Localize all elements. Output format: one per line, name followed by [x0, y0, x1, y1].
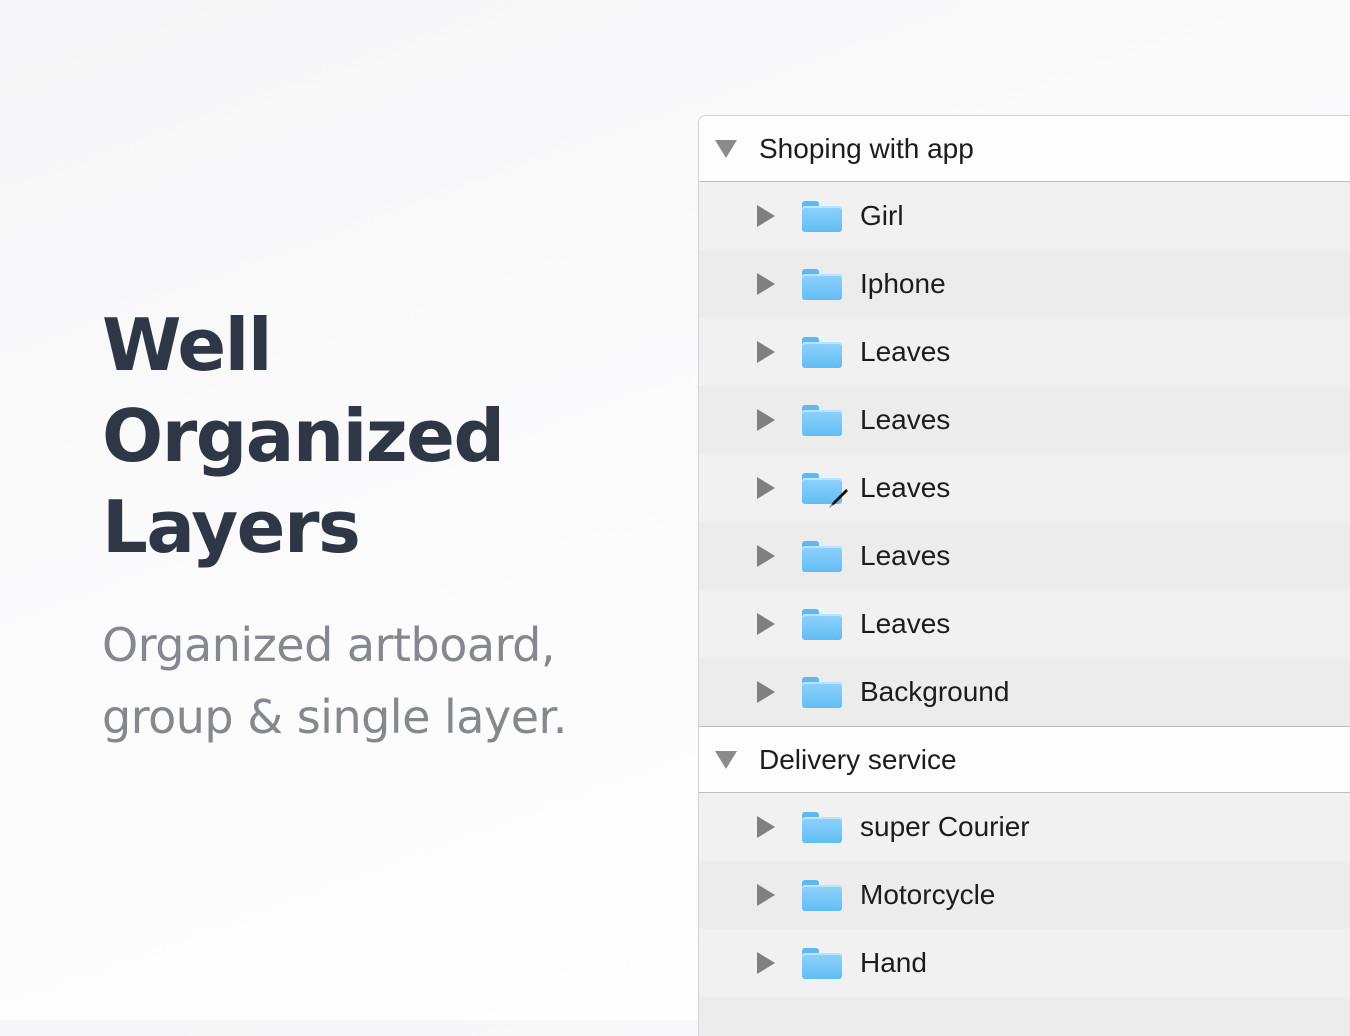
- page-title-line-2: Layers: [102, 485, 361, 569]
- folder-icon: [802, 947, 842, 979]
- layer-row[interactable]: Motorcycle: [699, 861, 1350, 929]
- layer-label: Girl: [860, 200, 904, 231]
- disclosure-collapsed-icon[interactable]: [757, 816, 775, 838]
- layer-row[interactable]: Girl: [699, 182, 1350, 250]
- disclosure-collapsed-icon[interactable]: [757, 613, 775, 635]
- layer-row[interactable]: Background: [699, 658, 1350, 726]
- folder-icon: [802, 540, 842, 572]
- folder-icon: [802, 608, 842, 640]
- disclosure-collapsed-icon[interactable]: [757, 341, 775, 363]
- layer-group-children: super Courier Motorcycle Hand: [699, 793, 1350, 1036]
- disclosure-collapsed-icon[interactable]: [757, 952, 775, 974]
- layer-row[interactable]: super Courier: [699, 793, 1350, 861]
- layer-row[interactable]: Leaves: [699, 454, 1350, 522]
- layer-row-partial[interactable]: [699, 997, 1350, 1036]
- folder-icon: [802, 879, 842, 911]
- layer-group-label: Shoping with app: [759, 132, 974, 164]
- layer-group-children: Girl Iphone Leaves Leaves Leaves Leaves …: [699, 182, 1350, 727]
- disclosure-collapsed-icon[interactable]: [757, 545, 775, 567]
- page-subtitle-line-2: group & single layer.: [102, 690, 567, 744]
- hero-section: Well Organized Layers Organized artboard…: [102, 300, 682, 753]
- layer-label: Leaves: [860, 472, 951, 503]
- layer-row[interactable]: Leaves: [699, 318, 1350, 386]
- folder-icon: [802, 336, 842, 368]
- layer-label: Leaves: [860, 336, 951, 367]
- layer-row[interactable]: Leaves: [699, 590, 1350, 658]
- layer-row[interactable]: Leaves: [699, 386, 1350, 454]
- disclosure-expanded-icon[interactable]: [715, 139, 737, 158]
- layer-label: Iphone: [860, 268, 946, 299]
- disclosure-collapsed-icon[interactable]: [757, 205, 775, 227]
- folder-icon: [802, 811, 842, 843]
- layer-group-delivery-service[interactable]: Delivery service: [699, 727, 1350, 793]
- page-subtitle: Organized artboard, group & single layer…: [102, 609, 682, 753]
- layer-group-shoping-with-app[interactable]: Shoping with app: [699, 116, 1350, 182]
- layer-row[interactable]: Iphone: [699, 250, 1350, 318]
- disclosure-expanded-icon[interactable]: [715, 750, 737, 769]
- folder-icon: [802, 200, 842, 232]
- disclosure-collapsed-icon[interactable]: [757, 273, 775, 295]
- layer-label: Leaves: [860, 404, 951, 435]
- layers-panel: Shoping with app Girl Iphone Leaves Leav…: [698, 115, 1350, 1036]
- page-title: Well Organized Layers: [102, 300, 682, 573]
- layer-label: Leaves: [860, 608, 951, 639]
- layer-group-label: Delivery service: [759, 743, 957, 775]
- page-subtitle-line-1: Organized artboard,: [102, 618, 556, 672]
- layer-label: super Courier: [860, 811, 1030, 842]
- folder-icon: [802, 676, 842, 708]
- disclosure-collapsed-icon[interactable]: [757, 477, 775, 499]
- layer-row[interactable]: Leaves: [699, 522, 1350, 590]
- layer-label: Hand: [860, 947, 927, 978]
- page-title-line-1: Well Organized: [102, 303, 505, 478]
- disclosure-collapsed-icon[interactable]: [757, 681, 775, 703]
- folder-icon: [802, 404, 842, 436]
- disclosure-collapsed-icon[interactable]: [757, 409, 775, 431]
- layer-label: Leaves: [860, 540, 951, 571]
- layer-label: Motorcycle: [860, 879, 996, 910]
- folder-icon: [802, 268, 842, 300]
- layer-label: Background: [860, 676, 1010, 707]
- disclosure-collapsed-icon[interactable]: [757, 884, 775, 906]
- pen-cursor-icon: [829, 489, 848, 508]
- layer-row[interactable]: Hand: [699, 929, 1350, 997]
